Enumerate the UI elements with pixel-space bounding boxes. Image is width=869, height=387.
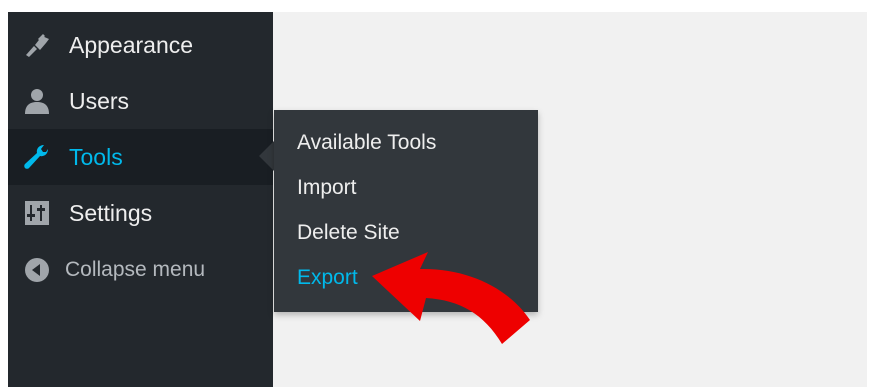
submenu-item-delete-site[interactable]: Delete Site — [297, 221, 400, 245]
red-curved-arrow-annotation — [372, 252, 530, 344]
collapse-menu-label: Collapse menu — [65, 258, 206, 281]
submenu-item-available-tools[interactable]: Available Tools — [297, 131, 436, 155]
user-icon — [22, 86, 52, 116]
sidebar-item-label: Settings — [69, 199, 153, 226]
sidebar-item-tools[interactable]: Tools — [8, 129, 273, 185]
submenu-item-export[interactable]: Export — [297, 266, 358, 290]
sidebar-item-label: Users — [69, 87, 130, 114]
sidebar-item-users[interactable]: Users — [8, 73, 273, 129]
screenshot: Appearance Users Tools Settings Collapse… — [0, 0, 869, 387]
flyout-pointer — [259, 141, 274, 171]
sidebar-item-settings[interactable]: Settings — [8, 185, 273, 241]
collapse-arrow-icon — [22, 255, 52, 285]
sidebar-item-label: Appearance — [69, 31, 194, 58]
submenu-item-import[interactable]: Import — [297, 176, 357, 200]
collapse-menu-button[interactable]: Collapse menu — [8, 242, 273, 298]
wrench-icon — [22, 142, 52, 172]
sidebar-item-label: Tools — [69, 143, 123, 170]
sliders-icon — [22, 198, 52, 228]
sidebar-item-appearance[interactable]: Appearance — [8, 17, 273, 73]
paintbrush-icon — [22, 30, 52, 60]
admin-sidebar: Appearance Users Tools Settings Collapse… — [8, 12, 273, 387]
